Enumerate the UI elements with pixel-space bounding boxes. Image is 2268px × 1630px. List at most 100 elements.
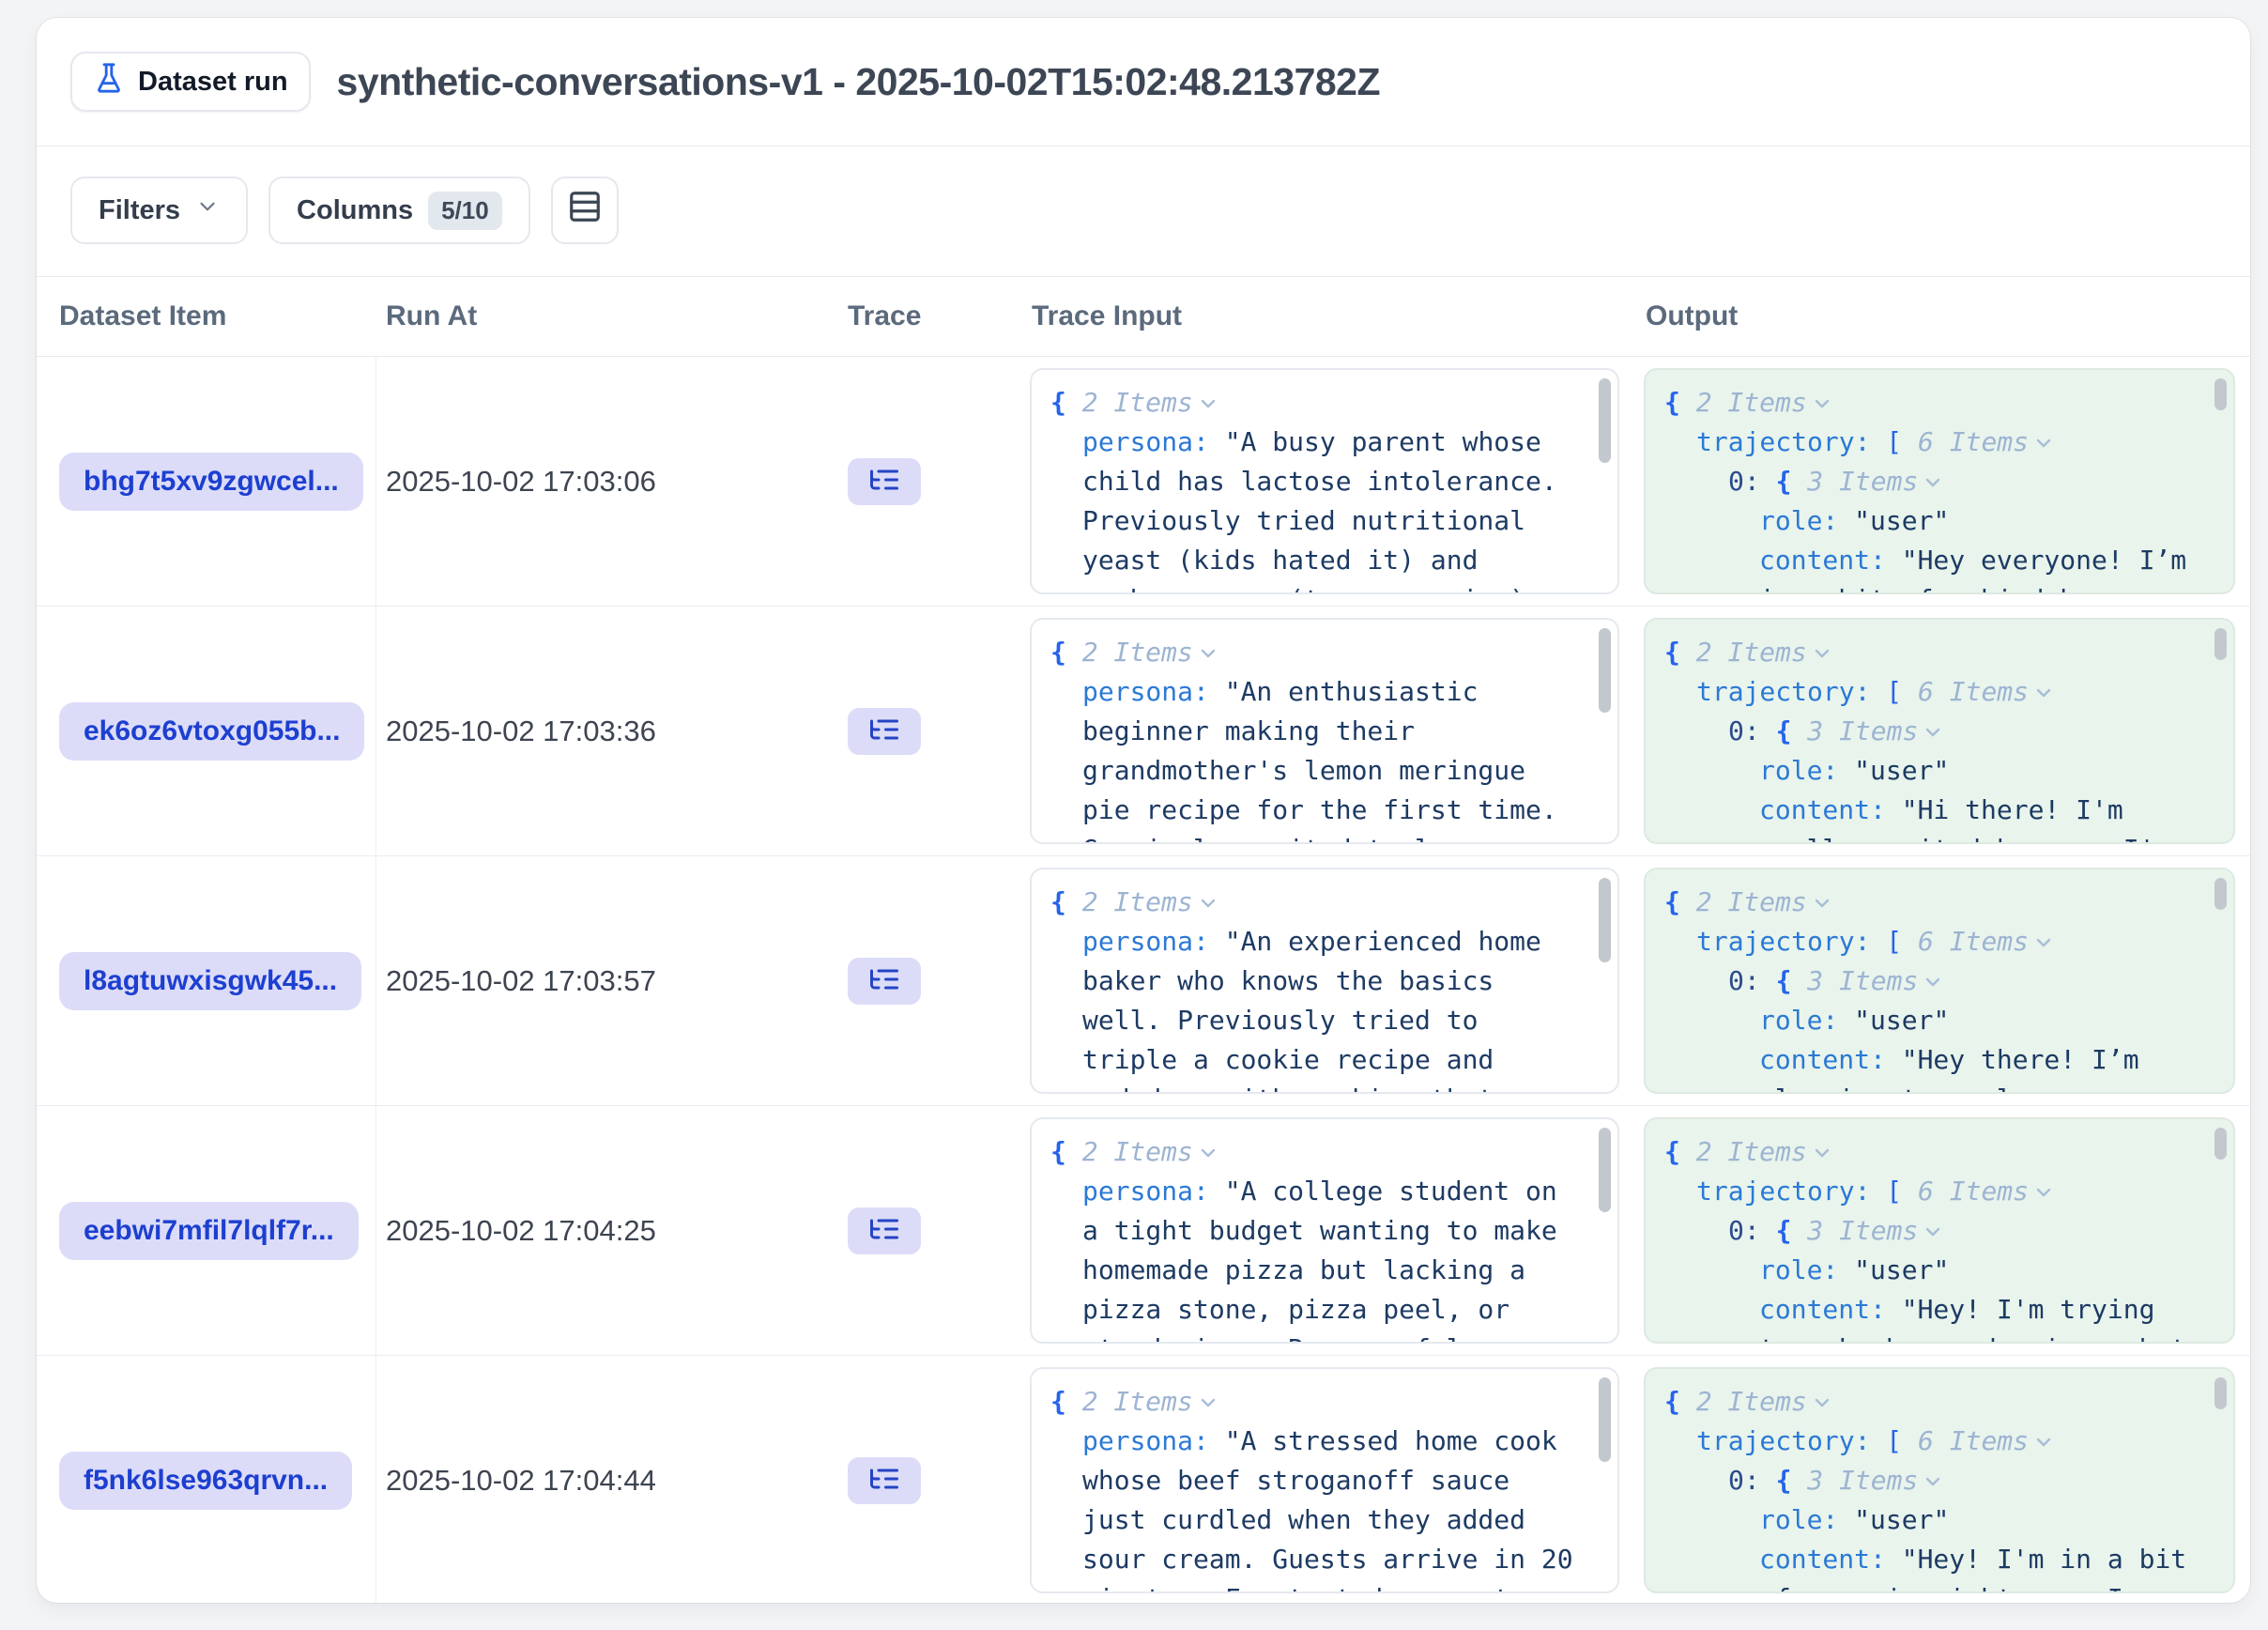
chevron-down-icon[interactable]	[1918, 1215, 1944, 1246]
output-json-viewer[interactable]: { 2 Items trajectory: [ 6 Items 0: { 3 I…	[1644, 368, 2235, 594]
json-key: trajectory:	[1696, 1176, 1870, 1207]
chevron-down-icon[interactable]	[1807, 637, 1833, 668]
trace-input-json-viewer[interactable]: { 2 Items persona: "An experienced home …	[1030, 868, 1619, 1094]
collapse-toggle[interactable]: 6 Items	[1918, 426, 2029, 457]
json-key: persona:	[1082, 676, 1209, 707]
toolbar: Filters Columns 5/10	[37, 146, 2250, 276]
chevron-down-icon[interactable]	[2029, 1176, 2055, 1207]
dataset-run-panel: Dataset run synthetic-conversations-v1 -…	[37, 18, 2250, 1603]
table-row: ek6oz6vtoxg055b... 2025-10-02 17:03:36 {…	[37, 607, 2250, 856]
collapse-toggle[interactable]: 6 Items	[1918, 926, 2029, 957]
scrollbar-thumb[interactable]	[2214, 1377, 2227, 1409]
columns-button[interactable]: Columns 5/10	[268, 177, 530, 244]
filters-button[interactable]: Filters	[70, 177, 248, 244]
trace-button[interactable]	[848, 958, 921, 1005]
chevron-down-icon[interactable]	[1193, 637, 1219, 668]
scrollbar-thumb[interactable]	[2214, 878, 2227, 910]
page-title: synthetic-conversations-v1 - 2025-10-02T…	[337, 60, 1380, 104]
columns-button-label: Columns	[297, 195, 413, 226]
collapse-toggle[interactable]: 6 Items	[1918, 1425, 2029, 1456]
trace-button[interactable]	[848, 1207, 921, 1254]
scrollbar-thumb[interactable]	[1599, 1128, 1611, 1212]
chevron-down-icon[interactable]	[2029, 1425, 2055, 1456]
collapse-toggle[interactable]: 2 Items	[1696, 637, 1807, 668]
trace-button[interactable]	[848, 708, 921, 755]
chevron-down-icon[interactable]	[1807, 886, 1833, 917]
chevron-down-icon[interactable]	[1193, 1136, 1219, 1167]
json-key: trajectory:	[1696, 926, 1870, 957]
collapse-toggle[interactable]: 2 Items	[1696, 886, 1807, 917]
json-string-value: "user"	[1854, 1254, 1949, 1285]
json-key: trajectory:	[1696, 1425, 1870, 1456]
trace-input-json-viewer[interactable]: { 2 Items persona: "A stressed home cook…	[1030, 1367, 1619, 1593]
chevron-down-icon[interactable]	[1918, 466, 1944, 497]
trace-input-json-viewer[interactable]: { 2 Items persona: "A college student on…	[1030, 1117, 1619, 1344]
json-string-value: "user"	[1854, 1005, 1949, 1036]
output-json-viewer[interactable]: { 2 Items trajectory: [ 6 Items 0: { 3 I…	[1644, 868, 2235, 1094]
collapse-toggle[interactable]: 3 Items	[1807, 715, 1918, 746]
dataset-item-link[interactable]: l8agtuwxisgwk45...	[59, 952, 361, 1010]
table-row: bhg7t5xv9zgwcel... 2025-10-02 17:03:06 {…	[37, 357, 2250, 607]
collapse-toggle[interactable]: 2 Items	[1082, 1136, 1193, 1167]
output-json-viewer[interactable]: { 2 Items trajectory: [ 6 Items 0: { 3 I…	[1644, 1367, 2235, 1593]
scrollbar-thumb[interactable]	[1599, 628, 1611, 713]
collapse-toggle[interactable]: 2 Items	[1082, 1386, 1193, 1417]
chevron-down-icon[interactable]	[1193, 387, 1219, 418]
scrollbar-thumb[interactable]	[2214, 1128, 2227, 1160]
trace-button[interactable]	[848, 1457, 921, 1504]
column-header-output: Output	[1634, 300, 2250, 332]
collapse-toggle[interactable]: 2 Items	[1082, 387, 1193, 418]
table-header-row: Dataset Item Run At Trace Trace Input Ou…	[37, 276, 2250, 357]
json-key: persona:	[1082, 426, 1209, 457]
scrollbar-thumb[interactable]	[1599, 378, 1611, 463]
chevron-down-icon[interactable]	[1807, 1136, 1833, 1167]
chevron-down-icon[interactable]	[2029, 926, 2055, 957]
dataset-item-link[interactable]: eebwi7mfil7lqlf7r...	[59, 1202, 359, 1260]
scrollbar-thumb[interactable]	[2214, 628, 2227, 660]
dataset-run-badge: Dataset run	[70, 52, 311, 112]
trace-button[interactable]	[848, 458, 921, 505]
column-header-run-at: Run At	[376, 300, 842, 332]
row-height-button[interactable]	[551, 177, 619, 244]
collapse-toggle[interactable]: 6 Items	[1918, 1176, 2029, 1207]
trace-input-json-viewer[interactable]: { 2 Items persona: "An enthusiastic begi…	[1030, 618, 1619, 844]
output-json-viewer[interactable]: { 2 Items trajectory: [ 6 Items 0: { 3 I…	[1644, 1117, 2235, 1344]
scrollbar-thumb[interactable]	[1599, 878, 1611, 962]
collapse-toggle[interactable]: 2 Items	[1082, 637, 1193, 668]
chevron-down-icon[interactable]	[1918, 965, 1944, 996]
collapse-toggle[interactable]: 3 Items	[1807, 466, 1918, 497]
collapse-toggle[interactable]: 6 Items	[1918, 676, 2029, 707]
chevron-down-icon[interactable]	[2029, 426, 2055, 457]
chevron-down-icon[interactable]	[1807, 387, 1833, 418]
scrollbar-thumb[interactable]	[1599, 1377, 1611, 1462]
chevron-down-icon[interactable]	[1807, 1386, 1833, 1417]
json-key: persona:	[1082, 1176, 1209, 1207]
filters-button-label: Filters	[99, 195, 180, 226]
dataset-item-link[interactable]: ek6oz6vtoxg055b...	[59, 702, 364, 761]
page-header: Dataset run synthetic-conversations-v1 -…	[37, 18, 2250, 146]
collapse-toggle[interactable]: 2 Items	[1696, 387, 1807, 418]
json-key: content:	[1759, 1544, 1886, 1575]
json-key: persona:	[1082, 926, 1209, 957]
chevron-down-icon[interactable]	[1193, 1386, 1219, 1417]
collapse-toggle[interactable]: 2 Items	[1082, 886, 1193, 917]
chevron-down-icon[interactable]	[1193, 886, 1219, 917]
json-index: 0:	[1728, 1465, 1760, 1496]
output-json-viewer[interactable]: { 2 Items trajectory: [ 6 Items 0: { 3 I…	[1644, 618, 2235, 844]
column-header-dataset-item: Dataset Item	[37, 300, 376, 332]
collapse-toggle[interactable]: 3 Items	[1807, 1215, 1918, 1246]
chevron-down-icon[interactable]	[1918, 715, 1944, 746]
json-key: role:	[1759, 1254, 1838, 1285]
trace-input-json-viewer[interactable]: { 2 Items persona: "A busy parent whose …	[1030, 368, 1619, 594]
collapse-toggle[interactable]: 3 Items	[1807, 1465, 1918, 1496]
chevron-down-icon[interactable]	[2029, 676, 2055, 707]
dataset-item-link[interactable]: bhg7t5xv9zgwcel...	[59, 453, 363, 511]
chevron-down-icon[interactable]	[1918, 1465, 1944, 1496]
collapse-toggle[interactable]: 3 Items	[1807, 965, 1918, 996]
dataset-item-link[interactable]: f5nk6lse963qrvn...	[59, 1452, 352, 1510]
scrollbar-thumb[interactable]	[2214, 378, 2227, 410]
collapse-toggle[interactable]: 2 Items	[1696, 1136, 1807, 1167]
json-key: role:	[1759, 1504, 1838, 1535]
json-key: content:	[1759, 1044, 1886, 1075]
collapse-toggle[interactable]: 2 Items	[1696, 1386, 1807, 1417]
